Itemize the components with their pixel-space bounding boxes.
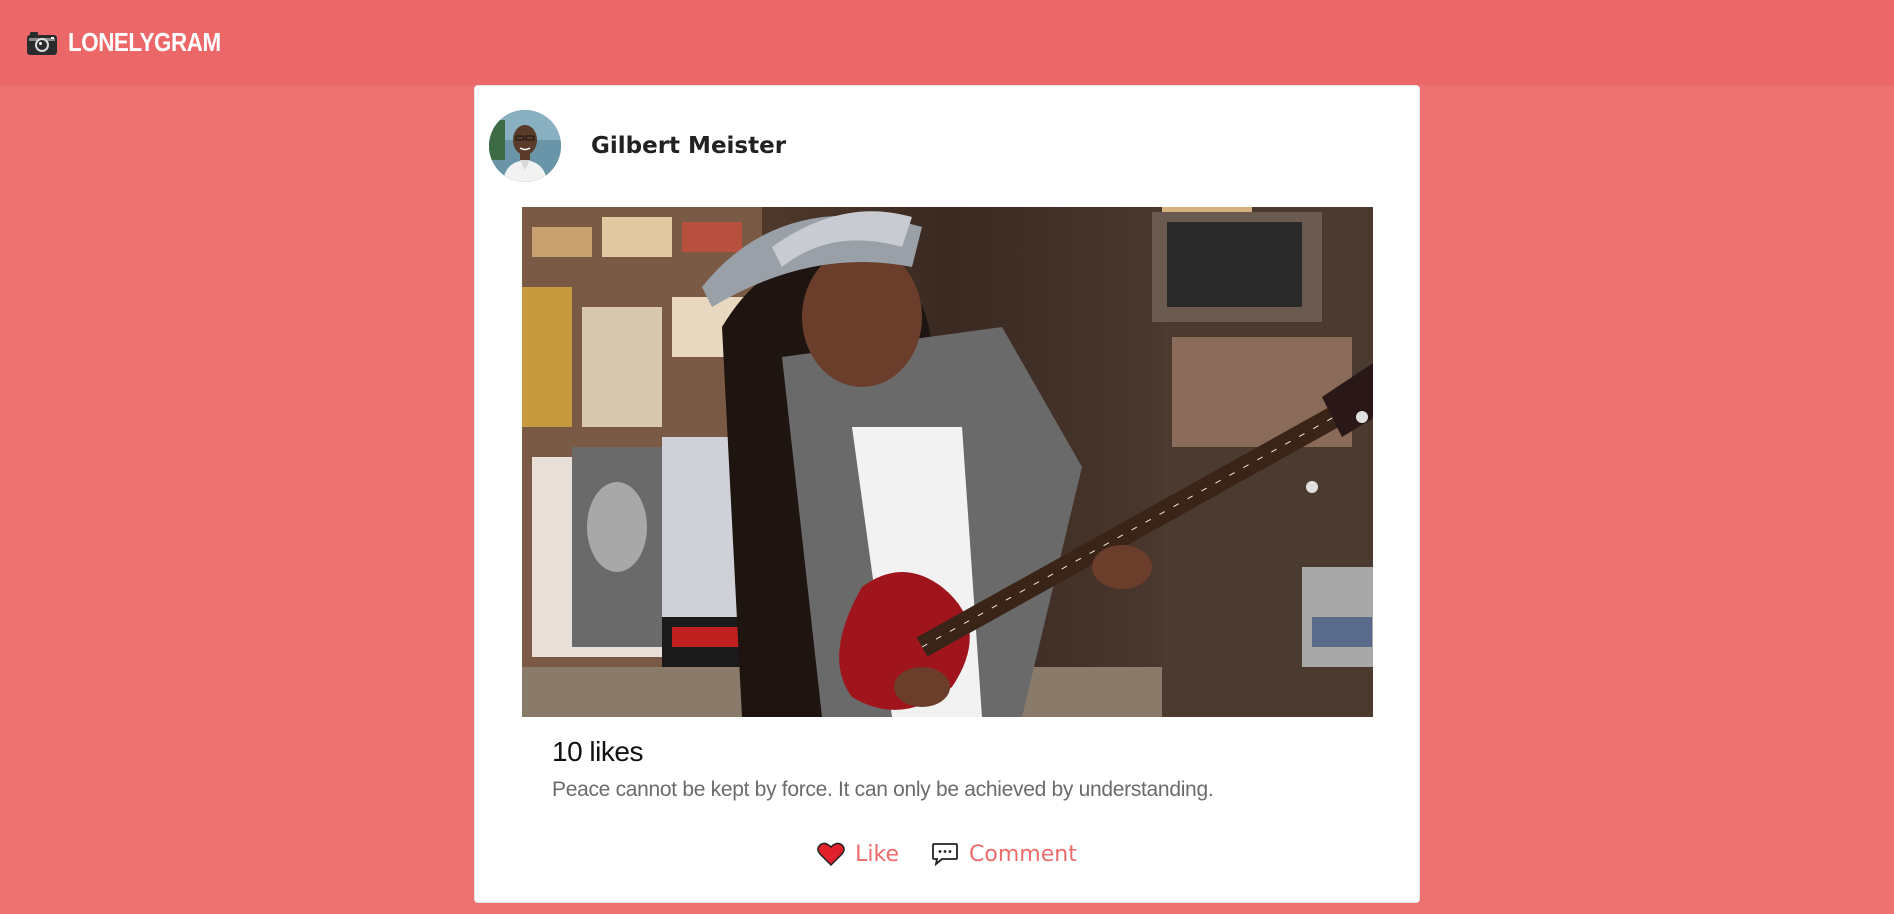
post-actions: Like Comment bbox=[475, 841, 1419, 867]
likes-count: 10 likes bbox=[552, 736, 643, 767]
comment-bubble-icon bbox=[932, 843, 958, 867]
post-photo[interactable] bbox=[522, 207, 1373, 717]
brand-name: LONELYGRAM bbox=[68, 27, 221, 57]
post-caption: Peace cannot be kept by force. It can on… bbox=[552, 778, 1214, 801]
post-card: Gilbert Meister 10 likes Peace cannot be… bbox=[474, 85, 1420, 903]
avatar[interactable] bbox=[489, 110, 561, 182]
avatar-image bbox=[489, 110, 561, 182]
guitarist-photo bbox=[522, 207, 1373, 717]
author-name[interactable]: Gilbert Meister bbox=[591, 133, 786, 159]
brand-logo[interactable]: LONELYGRAM bbox=[26, 27, 246, 58]
comment-label: Comment bbox=[969, 841, 1077, 867]
post-header: Gilbert Meister bbox=[489, 110, 786, 182]
like-button[interactable]: Like bbox=[817, 841, 899, 867]
camera-icon bbox=[27, 31, 57, 55]
comment-button[interactable]: Comment bbox=[931, 841, 1077, 867]
like-label: Like bbox=[855, 841, 900, 867]
top-navbar: LONELYGRAM bbox=[0, 0, 1894, 85]
heart-icon bbox=[817, 842, 845, 867]
